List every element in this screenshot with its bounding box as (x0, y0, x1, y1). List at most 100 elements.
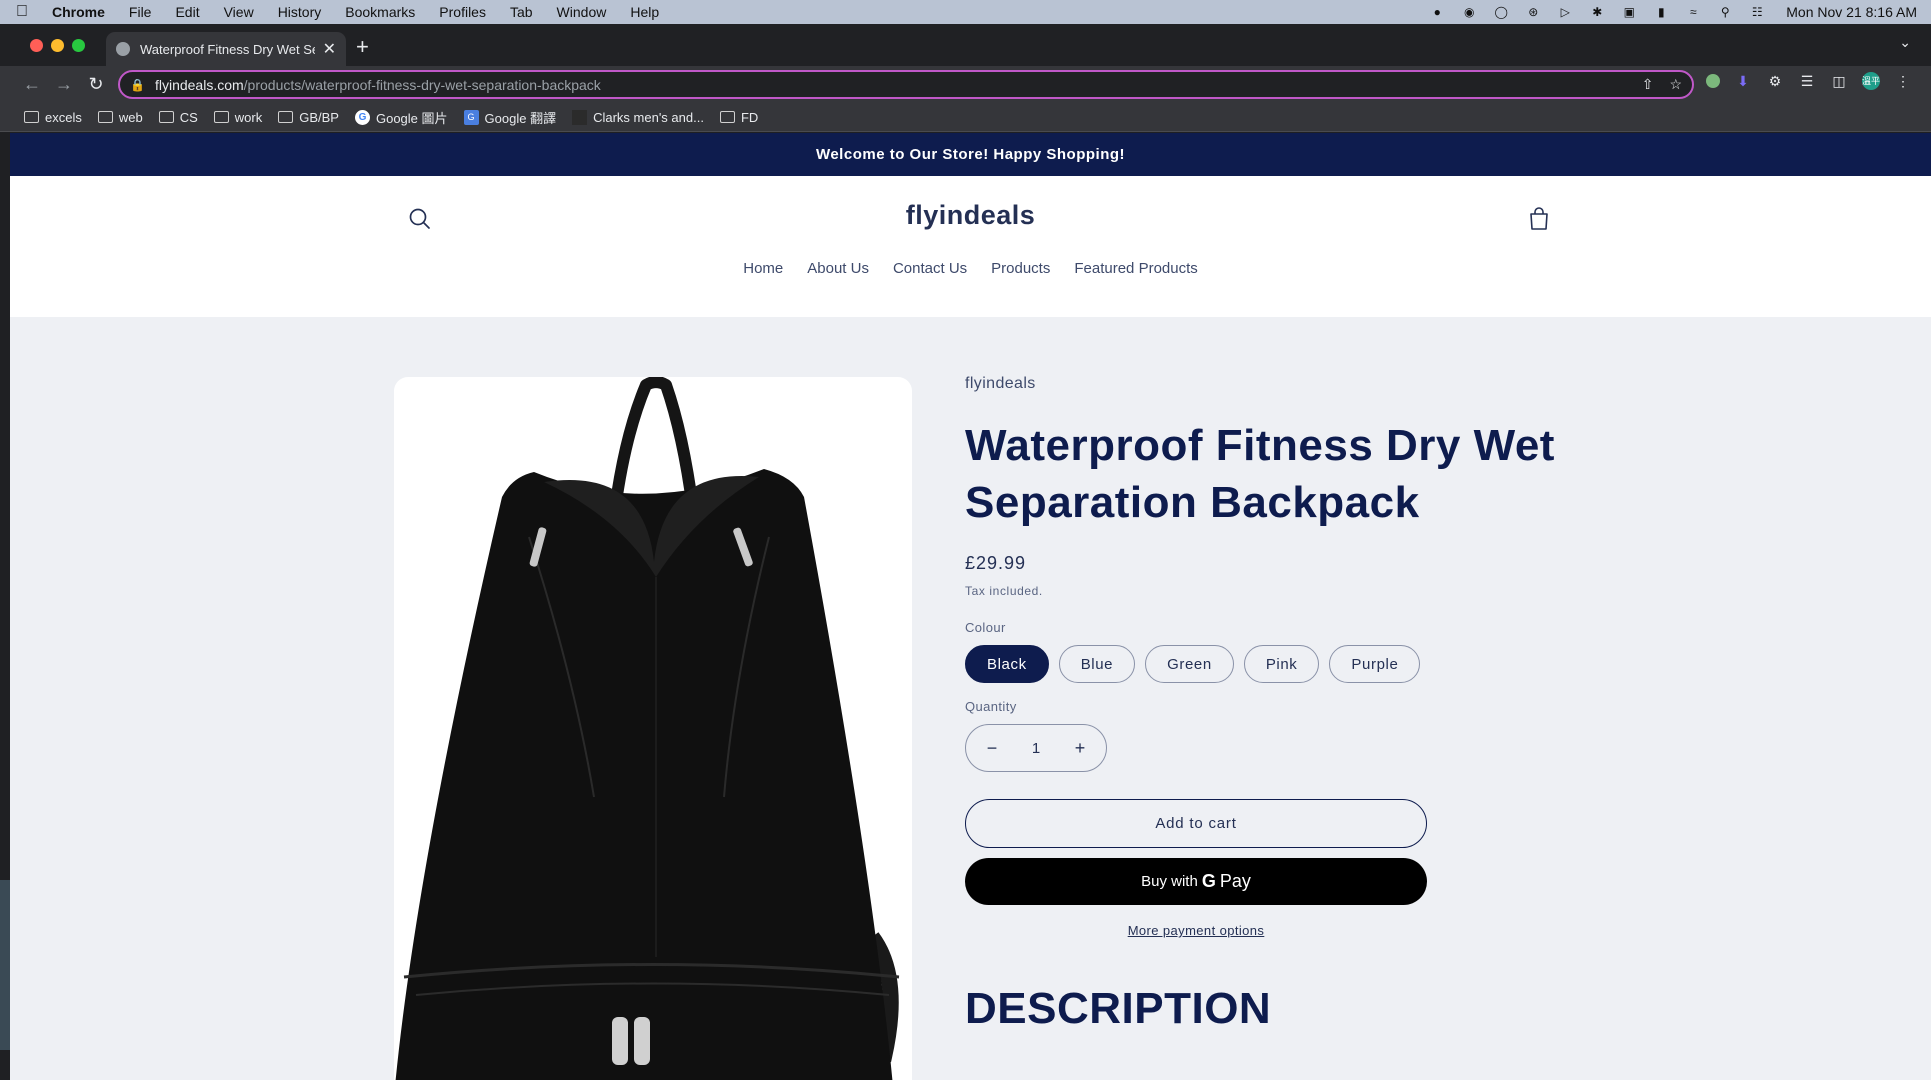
menu-window[interactable]: Window (545, 4, 619, 20)
extensions-puzzle-icon[interactable]: ⚙ (1766, 72, 1784, 90)
product-section: flyindeals Waterproof Fitness Dry Wet Se… (10, 317, 1931, 1080)
store-header: flyindeals Home About Us Contact Us Prod… (10, 176, 1931, 317)
quantity-stepper: − 1 + (965, 724, 1107, 772)
bookmark-excels[interactable]: excels (24, 110, 82, 125)
share-icon[interactable]: ⇧ (1642, 76, 1654, 93)
battery-icon[interactable]: ▮ (1652, 5, 1670, 19)
pay-label: Pay (1219, 871, 1251, 891)
bookmark-web[interactable]: web (97, 110, 143, 125)
close-window-button[interactable] (30, 39, 43, 52)
menu-profiles[interactable]: Profiles (427, 4, 498, 20)
colour-option-green[interactable]: Green (1145, 645, 1234, 683)
line-app-icon[interactable]: ● (1428, 5, 1446, 19)
reload-button[interactable]: ↻ (80, 74, 112, 95)
bookmark-clarks[interactable]: Clarks men's and... (572, 109, 704, 125)
colour-option-black[interactable]: Black (965, 645, 1049, 683)
forward-button[interactable]: → (48, 74, 80, 95)
bookmark-label: FD (740, 109, 759, 125)
play-circle-icon[interactable]: ▷ (1556, 5, 1574, 19)
folder-icon (97, 111, 113, 123)
quantity-input[interactable]: 1 (1032, 740, 1040, 757)
profile-avatar[interactable]: 溫平 (1862, 72, 1880, 90)
announcement-bar: Welcome to Our Store! Happy Shopping! (10, 133, 1931, 176)
bookmark-star-icon[interactable]: ☆ (1669, 76, 1682, 93)
increase-quantity-button[interactable]: + (1072, 738, 1088, 759)
active-tab[interactable]: Waterproof Fitness Dry Wet Se ✕ (106, 32, 346, 66)
control-center-icon[interactable]: ☷ (1748, 5, 1766, 19)
menu-help[interactable]: Help (618, 4, 671, 20)
bookmark-label: Clarks men's and... (593, 109, 704, 125)
tab-search-chevron-icon[interactable]: ⌄ (1899, 34, 1911, 51)
bookmark-work[interactable]: work (213, 110, 262, 125)
nav-products[interactable]: Products (979, 260, 1062, 277)
chrome-menu-icon[interactable]: ⋮ (1894, 72, 1912, 90)
spotlight-search-icon[interactable]: ⚲ (1716, 5, 1734, 19)
tab-close-icon[interactable]: ✕ (323, 39, 336, 59)
menu-file[interactable]: File (117, 4, 164, 20)
folder-icon (158, 111, 174, 123)
nav-featured-products[interactable]: Featured Products (1062, 260, 1209, 277)
bookmark-google-translate[interactable]: G Google 翻譯 (463, 108, 557, 127)
colour-options: Black Blue Green Pink Purple (965, 645, 1565, 683)
bookmark-label: GB/BP (299, 109, 339, 125)
colour-option-blue[interactable]: Blue (1058, 645, 1136, 683)
input-method-icon[interactable]: ▣ (1620, 5, 1638, 19)
menu-bookmarks[interactable]: Bookmarks (333, 4, 427, 20)
wifi-icon[interactable]: ≈ (1684, 5, 1702, 19)
tab-title: Waterproof Fitness Dry Wet Se (140, 41, 315, 57)
colour-option-purple[interactable]: Purple (1329, 645, 1421, 683)
antenna-icon[interactable]: ⊛ (1524, 5, 1542, 19)
minimize-window-button[interactable] (51, 39, 64, 52)
menu-clock[interactable]: Mon Nov 21 8:16 AM (1786, 4, 1917, 20)
cart-icon[interactable] (1524, 204, 1554, 234)
menu-edit[interactable]: Edit (163, 4, 211, 20)
folder-icon (719, 111, 735, 123)
tax-note: Tax included. (965, 584, 1043, 598)
zoom-window-button[interactable] (72, 39, 85, 52)
google-pay-button[interactable]: Buy with G Pay (965, 858, 1427, 905)
bookmark-cs[interactable]: CS (158, 109, 198, 125)
new-tab-button[interactable]: + (356, 34, 369, 60)
menu-history[interactable]: History (266, 4, 334, 20)
buy-with-label: Buy with (1141, 873, 1198, 890)
extension-green-icon[interactable] (1706, 74, 1720, 88)
add-to-cart-button[interactable]: Add to cart (965, 799, 1427, 848)
address-bar[interactable]: 🔒 flyindeals.com/products/waterproof-fit… (118, 70, 1694, 99)
more-payment-options-link[interactable]: More payment options (965, 923, 1427, 938)
wechat-icon[interactable]: ◉ (1460, 5, 1478, 19)
side-panel-icon[interactable]: ◫ (1830, 72, 1848, 90)
bluetooth-icon[interactable]: ✱ (1588, 5, 1606, 19)
url-host: flyindeals.com (154, 76, 244, 93)
nav-about-us[interactable]: About Us (795, 260, 881, 277)
apple-menu-icon[interactable]:  (4, 3, 40, 21)
menu-view[interactable]: View (212, 4, 266, 20)
bookmark-fd[interactable]: FD (719, 109, 759, 125)
reading-list-icon[interactable]: ☰ (1798, 72, 1816, 90)
menu-tab[interactable]: Tab (498, 4, 545, 20)
browser-toolbar: ← → ↻ 🔒 flyindeals.com/products/waterpro… (0, 66, 1931, 103)
product-price: £29.99 (965, 553, 1027, 573)
bookmark-label: Google 翻譯 (484, 110, 557, 126)
bookmark-label: CS (179, 109, 198, 125)
download-extension-icon[interactable]: ⬇ (1734, 72, 1752, 90)
status-dot-icon[interactable]: ◯ (1492, 5, 1510, 19)
bookmark-google-images[interactable]: G Google 圖片 (354, 108, 448, 127)
menu-app-name[interactable]: Chrome (40, 4, 117, 20)
clarks-icon (572, 109, 588, 125)
status-icons: ● ◉ ◯ ⊛ ▷ ✱ ▣ ▮ ≈ ⚲ ☷ Mon Nov 21 8:16 AM (1428, 4, 1931, 20)
product-title: Waterproof Fitness Dry Wet Separation Ba… (965, 421, 1555, 527)
product-image[interactable] (394, 377, 912, 1080)
main-nav: Home About Us Contact Us Products Featur… (10, 260, 1931, 277)
lock-icon[interactable]: 🔒 (130, 78, 145, 92)
tab-favicon-icon (116, 42, 130, 56)
store-logo[interactable]: flyindeals (10, 200, 1931, 231)
description-heading: DESCRIPTION (965, 984, 1272, 1033)
nav-home[interactable]: Home (731, 260, 795, 277)
colour-option-pink[interactable]: Pink (1243, 645, 1320, 683)
nav-contact-us[interactable]: Contact Us (881, 260, 979, 277)
url-path: /products/waterproof-fitness-dry-wet-sep… (243, 76, 601, 93)
decrease-quantity-button[interactable]: − (984, 738, 1000, 759)
back-button[interactable]: ← (16, 74, 48, 95)
bookmark-gb-bp[interactable]: GB/BP (278, 110, 339, 125)
folder-icon (24, 111, 39, 123)
